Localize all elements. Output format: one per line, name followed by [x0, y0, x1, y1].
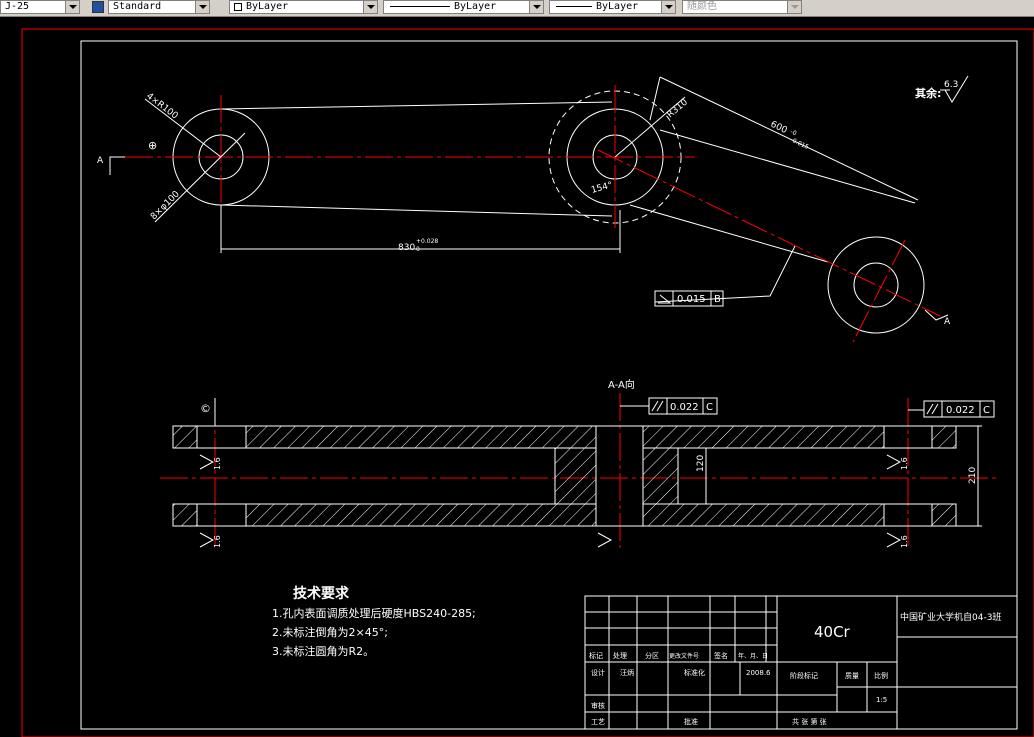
layer-dropdown[interactable]: ByLayer: [229, 0, 378, 14]
tb-label: 分区: [645, 651, 659, 660]
note-item: 2.未标注倒角为2×45°;: [272, 625, 388, 639]
angularity-value: 0.015: [677, 294, 706, 305]
chamfer-bottom-label: 8×φ100: [149, 189, 182, 222]
right-boss-outer: [827, 236, 925, 334]
properties-toolbar: J-25 Standard ByLayer ByLayer ByLayer 随颜…: [0, 0, 1034, 17]
section-title: A-A向: [608, 378, 635, 391]
datum-c-marker: ©: [200, 402, 211, 415]
lineweight-value: ByLayer: [596, 1, 639, 12]
tb-std-label: 标准化: [684, 668, 705, 677]
section-marker-right: A: [924, 309, 951, 327]
parallel-left-value: 0.022: [670, 402, 699, 413]
textstyle-value: Standard: [113, 1, 162, 12]
tb-weight-label: 质量: [845, 671, 859, 680]
roughness-1: 1.6: [213, 457, 222, 470]
dim-830-label: 830: [398, 243, 415, 253]
section-view: 120 210: [172, 398, 982, 527]
angularity-datum: B: [714, 294, 721, 305]
tb-designer: 汪炳: [620, 669, 634, 677]
tb-label: 处理: [613, 651, 627, 660]
tb-label: 标记: [589, 651, 603, 660]
lineweight-dropdown[interactable]: ByLayer: [549, 0, 676, 14]
dim-830-tol-lower: 0: [416, 246, 420, 253]
roughness-4: 1.6: [900, 535, 909, 548]
parallel-left-datum: C: [706, 402, 713, 413]
technical-notes: 技术要求 1.孔内表面调质处理后硬度HBS240-285; 2.未标注倒角为2×…: [272, 585, 476, 658]
dim-120-label: 120: [696, 455, 706, 472]
parallel-frame-left: 0.022 C: [620, 397, 718, 415]
datum-mark-icon: ⊕: [148, 139, 157, 152]
roughness-3: 1.6: [900, 457, 909, 470]
color-value: 随颜色: [687, 1, 717, 12]
textstyle-dropdown[interactable]: Standard: [108, 0, 210, 14]
chamfer-top-label: 4×R100: [144, 91, 180, 121]
roughness-2: 1.6: [213, 535, 222, 548]
tb-school: 中国矿业大学机自04-3班: [900, 611, 1001, 623]
outer-frame: [21, 28, 1034, 737]
angle-label: 154°: [590, 181, 614, 196]
tb-approve-label: 批准: [684, 717, 698, 726]
linetype-value: ByLayer: [454, 1, 497, 12]
section-roughness-symbols: [199, 454, 902, 548]
radius-label: R310: [666, 97, 691, 120]
text-style-icon[interactable]: [92, 1, 104, 13]
chevron-down-icon[interactable]: [363, 1, 377, 13]
marker-a-left: A: [97, 156, 104, 166]
roughness-value: 6.3: [944, 80, 958, 90]
note-item: 1.孔内表面调质处理后硬度HBS240-285;: [272, 606, 476, 620]
tb-sheets: 共 张 第 张: [792, 717, 827, 726]
dimstyle-dropdown[interactable]: J-25: [0, 0, 80, 14]
tb-review-label: 审核: [591, 701, 605, 710]
section-marker-left: A: [97, 156, 125, 175]
marker-a-right: A: [944, 317, 951, 327]
note-item: 3.未标注圆角为R2。: [272, 644, 374, 658]
notes-title: 技术要求: [293, 585, 350, 602]
linetype-sample-icon: [390, 6, 450, 7]
tb-process-label: 工艺: [591, 718, 605, 726]
dim-210-label: 210: [968, 467, 978, 484]
tb-design-label: 设计: [591, 668, 605, 677]
tb-stage-label: 阶段标记: [790, 671, 818, 680]
chevron-down-icon[interactable]: [529, 1, 543, 13]
tb-date: 2008.6: [746, 669, 771, 677]
parallel-right-datum: C: [983, 405, 990, 416]
chevron-down-icon[interactable]: [661, 1, 675, 13]
top-view-dims: [144, 76, 919, 303]
drawing-canvas[interactable]: 其余: 6.3 A A 4×R100 8×φ100 ⊕ 830 +0.028 0…: [0, 17, 1034, 737]
tb-scale: 1:5: [876, 696, 887, 704]
tb-material: 40Cr: [814, 623, 851, 641]
parallel-right-value: 0.022: [946, 405, 975, 416]
color-swatch-icon: [234, 3, 242, 11]
tb-label: 更改文件号: [669, 652, 699, 660]
dimstyle-value: J-25: [5, 1, 30, 12]
chevron-down-icon[interactable]: [65, 1, 79, 13]
chevron-down-icon[interactable]: [787, 1, 801, 13]
parallel-frame-right: 0.022 C: [908, 400, 995, 418]
layer-value: ByLayer: [246, 1, 289, 12]
linetype-dropdown[interactable]: ByLayer: [383, 0, 544, 14]
roughness-note: 其余: 6.3: [915, 75, 969, 103]
right-boss-hole: [853, 262, 899, 308]
chevron-down-icon[interactable]: [195, 1, 209, 13]
lineweight-sample-icon: [556, 6, 592, 7]
dim-600-tol-lower: -0.015: [789, 136, 810, 151]
top-view: [172, 90, 925, 334]
dim-830-tol-upper: +0.028: [416, 238, 438, 245]
tb-label: 年、月、日: [738, 652, 768, 660]
tb-scale-label: 比例: [874, 671, 888, 680]
plotstyle-dropdown[interactable]: 随颜色: [682, 0, 802, 14]
roughness-note-label: 其余:: [915, 86, 941, 100]
top-view-dim-text: 4×R100 8×φ100 ⊕ 830 +0.028 0 154° R310 6…: [144, 91, 810, 253]
tb-label: 签名: [714, 651, 728, 660]
